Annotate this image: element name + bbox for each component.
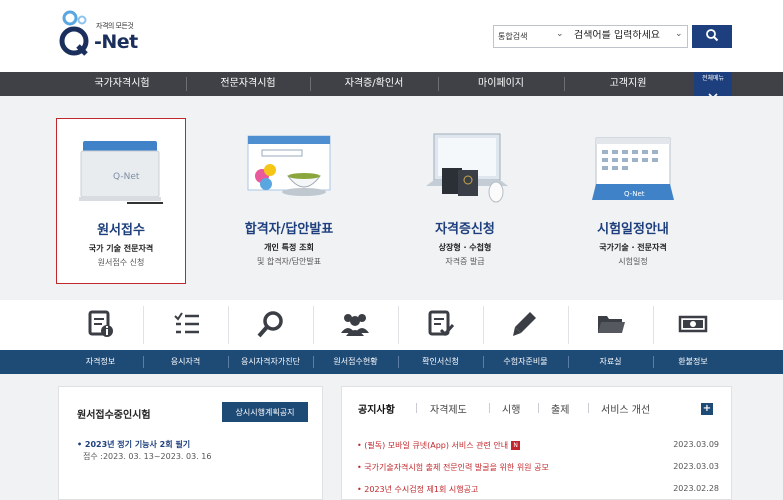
all-menu-label: 전체메뉴 [701,75,725,82]
new-badge-icon: N [511,441,521,450]
search-icon[interactable] [256,309,286,339]
card-title: 원서접수 [97,223,145,238]
quick-menu-labels: 자격정보 응시자격 응시자격자가진단 원서접수현황 확인서신청 수험자준비물 자… [0,350,783,374]
laptop-passport-illustration-icon [426,133,508,203]
tab-question-setting[interactable]: 출제 [551,401,569,416]
search-input[interactable] [574,30,684,41]
card-title: 합격자/답안발표 [244,222,334,237]
quick-divider [568,306,569,344]
quick-application-status[interactable]: 원서접수현황 [313,350,398,374]
all-menu-button[interactable]: 전체메뉴 [694,72,732,100]
checklist-icon[interactable] [172,309,202,339]
card-subtitle: 개인 특정 조회 [264,243,314,252]
chevron-down-icon[interactable]: ⌄ [675,29,683,39]
notice-title: • 국가기술자격시험 출제 전문인력 발굴을 위한 위원 공모 [357,463,549,472]
card-title: 시험일정안내 [597,222,669,237]
main-navigation: 국가자격시험 전문자격시험 자격증/확인서 마이페이지 고객지원 전체메뉴 [0,72,783,100]
notice-date: 2023.03.09 [673,440,719,449]
notice-row[interactable]: • (필독) 모바일 큐넷(App) 서비스 관련 안내 N 2023.03.09 [357,440,719,454]
tab-divider [416,403,417,413]
quick-resources[interactable]: 자료실 [568,350,653,374]
pencil-icon[interactable] [510,309,540,339]
card-title: 자격증신청 [435,222,495,237]
nav-national-exam[interactable]: 국가자격시험 [58,72,186,96]
open-exam-item-period: 접수 :2023. 03. 13~2023. 03. 16 [83,452,212,461]
quick-self-diagnosis[interactable]: 응시자격자가진단 [228,350,313,374]
quick-divider [483,306,484,344]
site-header: 자격의 모든것 -Net 통합검색 ⌄ ⌄ [0,0,783,72]
quick-exam-supplies[interactable]: 수험자준비물 [483,350,568,374]
document-info-icon[interactable] [86,309,116,339]
quick-divider [228,306,229,344]
open-exams-panel: 원서접수중인시험 상시시행계획공지 • 2023년 정기 기능사 2회 필기 접… [58,386,323,500]
svg-text:Q-Net: Q-Net [624,190,645,198]
nav-customer-support[interactable]: 고객지원 [564,72,692,96]
open-exam-item-title[interactable]: • 2023년 정기 기능사 2회 필기 [77,439,190,450]
card-certificate-request[interactable]: 자격증신청 상장형 · 수첩형 자격증 발급 [400,118,530,284]
group-icon[interactable] [340,309,370,339]
quick-confirmation-request[interactable]: 확인서신청 [398,350,483,374]
logo-wordmark: -Net [94,31,138,53]
tab-divider [489,403,490,413]
calendar-illustration-icon: Q-Net [592,137,674,200]
card-application[interactable]: Q-Net 원서접수 국가 기술 전문자격 원서접수 신청 [56,118,186,284]
regular-exam-plan-button[interactable]: 상시시행계획공지 [222,402,308,422]
magnifier-icon [706,29,719,42]
open-exams-title: 원서접수중인시험 [77,410,151,421]
folder-illustration-icon: Q-Net [79,141,163,204]
more-plus-icon[interactable]: + [701,403,713,415]
quick-divider [143,306,144,344]
quick-menu [0,300,783,350]
card-description: 시험일정 [618,257,648,266]
browser-tea-illustration-icon [247,135,331,196]
notice-title: • 2023년 수시검정 제1회 시행공고 [357,485,479,494]
search-box: 통합검색 ⌄ ⌄ [493,25,688,48]
nav-mypage[interactable]: 마이페이지 [438,72,564,96]
quick-refund-info[interactable]: 환불정보 [653,350,733,374]
chevron-down-icon[interactable]: ⌄ [556,29,564,39]
nav-certificate[interactable]: 자격증/확인서 [310,72,438,96]
card-subtitle: 국가기술 · 전문자격 [599,243,667,252]
tab-notice[interactable]: 공지사항 [358,401,395,416]
document-check-icon[interactable] [426,309,456,339]
tab-administration[interactable]: 시행 [502,401,520,416]
card-description: 원서접수 신청 [97,258,145,267]
card-subtitle: 국가 기술 전문자격 [88,244,154,253]
card-results[interactable]: 합격자/답안발표 개인 특정 조회 및 합격자/답안발표 [224,118,354,284]
tab-qualification-system[interactable]: 자격제도 [430,401,467,416]
logo-tagline: 자격의 모든것 [96,22,134,30]
quick-divider [398,306,399,344]
quick-qualification-info[interactable]: 자격정보 [58,350,143,374]
search-scope-select[interactable]: 통합검색 [498,31,527,42]
search-button[interactable] [692,25,732,48]
card-exam-schedule[interactable]: Q-Net 시험일정안내 국가기술 · 전문자격 시험일정 [568,118,698,284]
q-net-logo[interactable]: 자격의 모든것 -Net [56,7,146,63]
nav-professional-exam[interactable]: 전문자격시험 [186,72,310,96]
card-description: 및 합격자/답안발표 [256,257,322,266]
notice-row[interactable]: • 국가기술자격시험 출제 전문인력 발굴을 위한 위원 공모 2023.03.… [357,462,719,476]
card-description: 자격증 발급 [445,257,485,266]
q-logo-icon [59,10,89,56]
notice-row[interactable]: • 2023년 수시검정 제1회 시행공고 2023.02.28 [357,484,719,498]
svg-text:Q-Net: Q-Net [113,172,140,182]
main-service-cards: Q-Net 원서접수 국가 기술 전문자격 원서접수 신청 합격자/답안발표 개… [0,96,783,300]
notice-title: • (필독) 모바일 큐넷(App) 서비스 관련 안내 [357,441,509,450]
tab-service-improvement[interactable]: 서비스 개선 [601,401,650,416]
tab-divider [588,403,589,413]
quick-divider [313,306,314,344]
notice-date: 2023.02.28 [673,484,719,493]
tab-divider [538,403,539,413]
notice-panel: 공지사항 자격제도 시행 출제 서비스 개선 + • (필독) 모바일 큐넷(A… [341,386,732,500]
folder-icon[interactable] [596,309,626,339]
quick-eligibility[interactable]: 응시자격 [143,350,228,374]
notice-date: 2023.03.03 [673,462,719,471]
card-subtitle: 상장형 · 수첩형 [438,243,492,252]
money-icon[interactable] [678,309,708,339]
quick-divider [653,306,654,344]
bottom-section: 원서접수중인시험 상시시행계획공지 • 2023년 정기 기능사 2회 필기 접… [0,374,783,500]
